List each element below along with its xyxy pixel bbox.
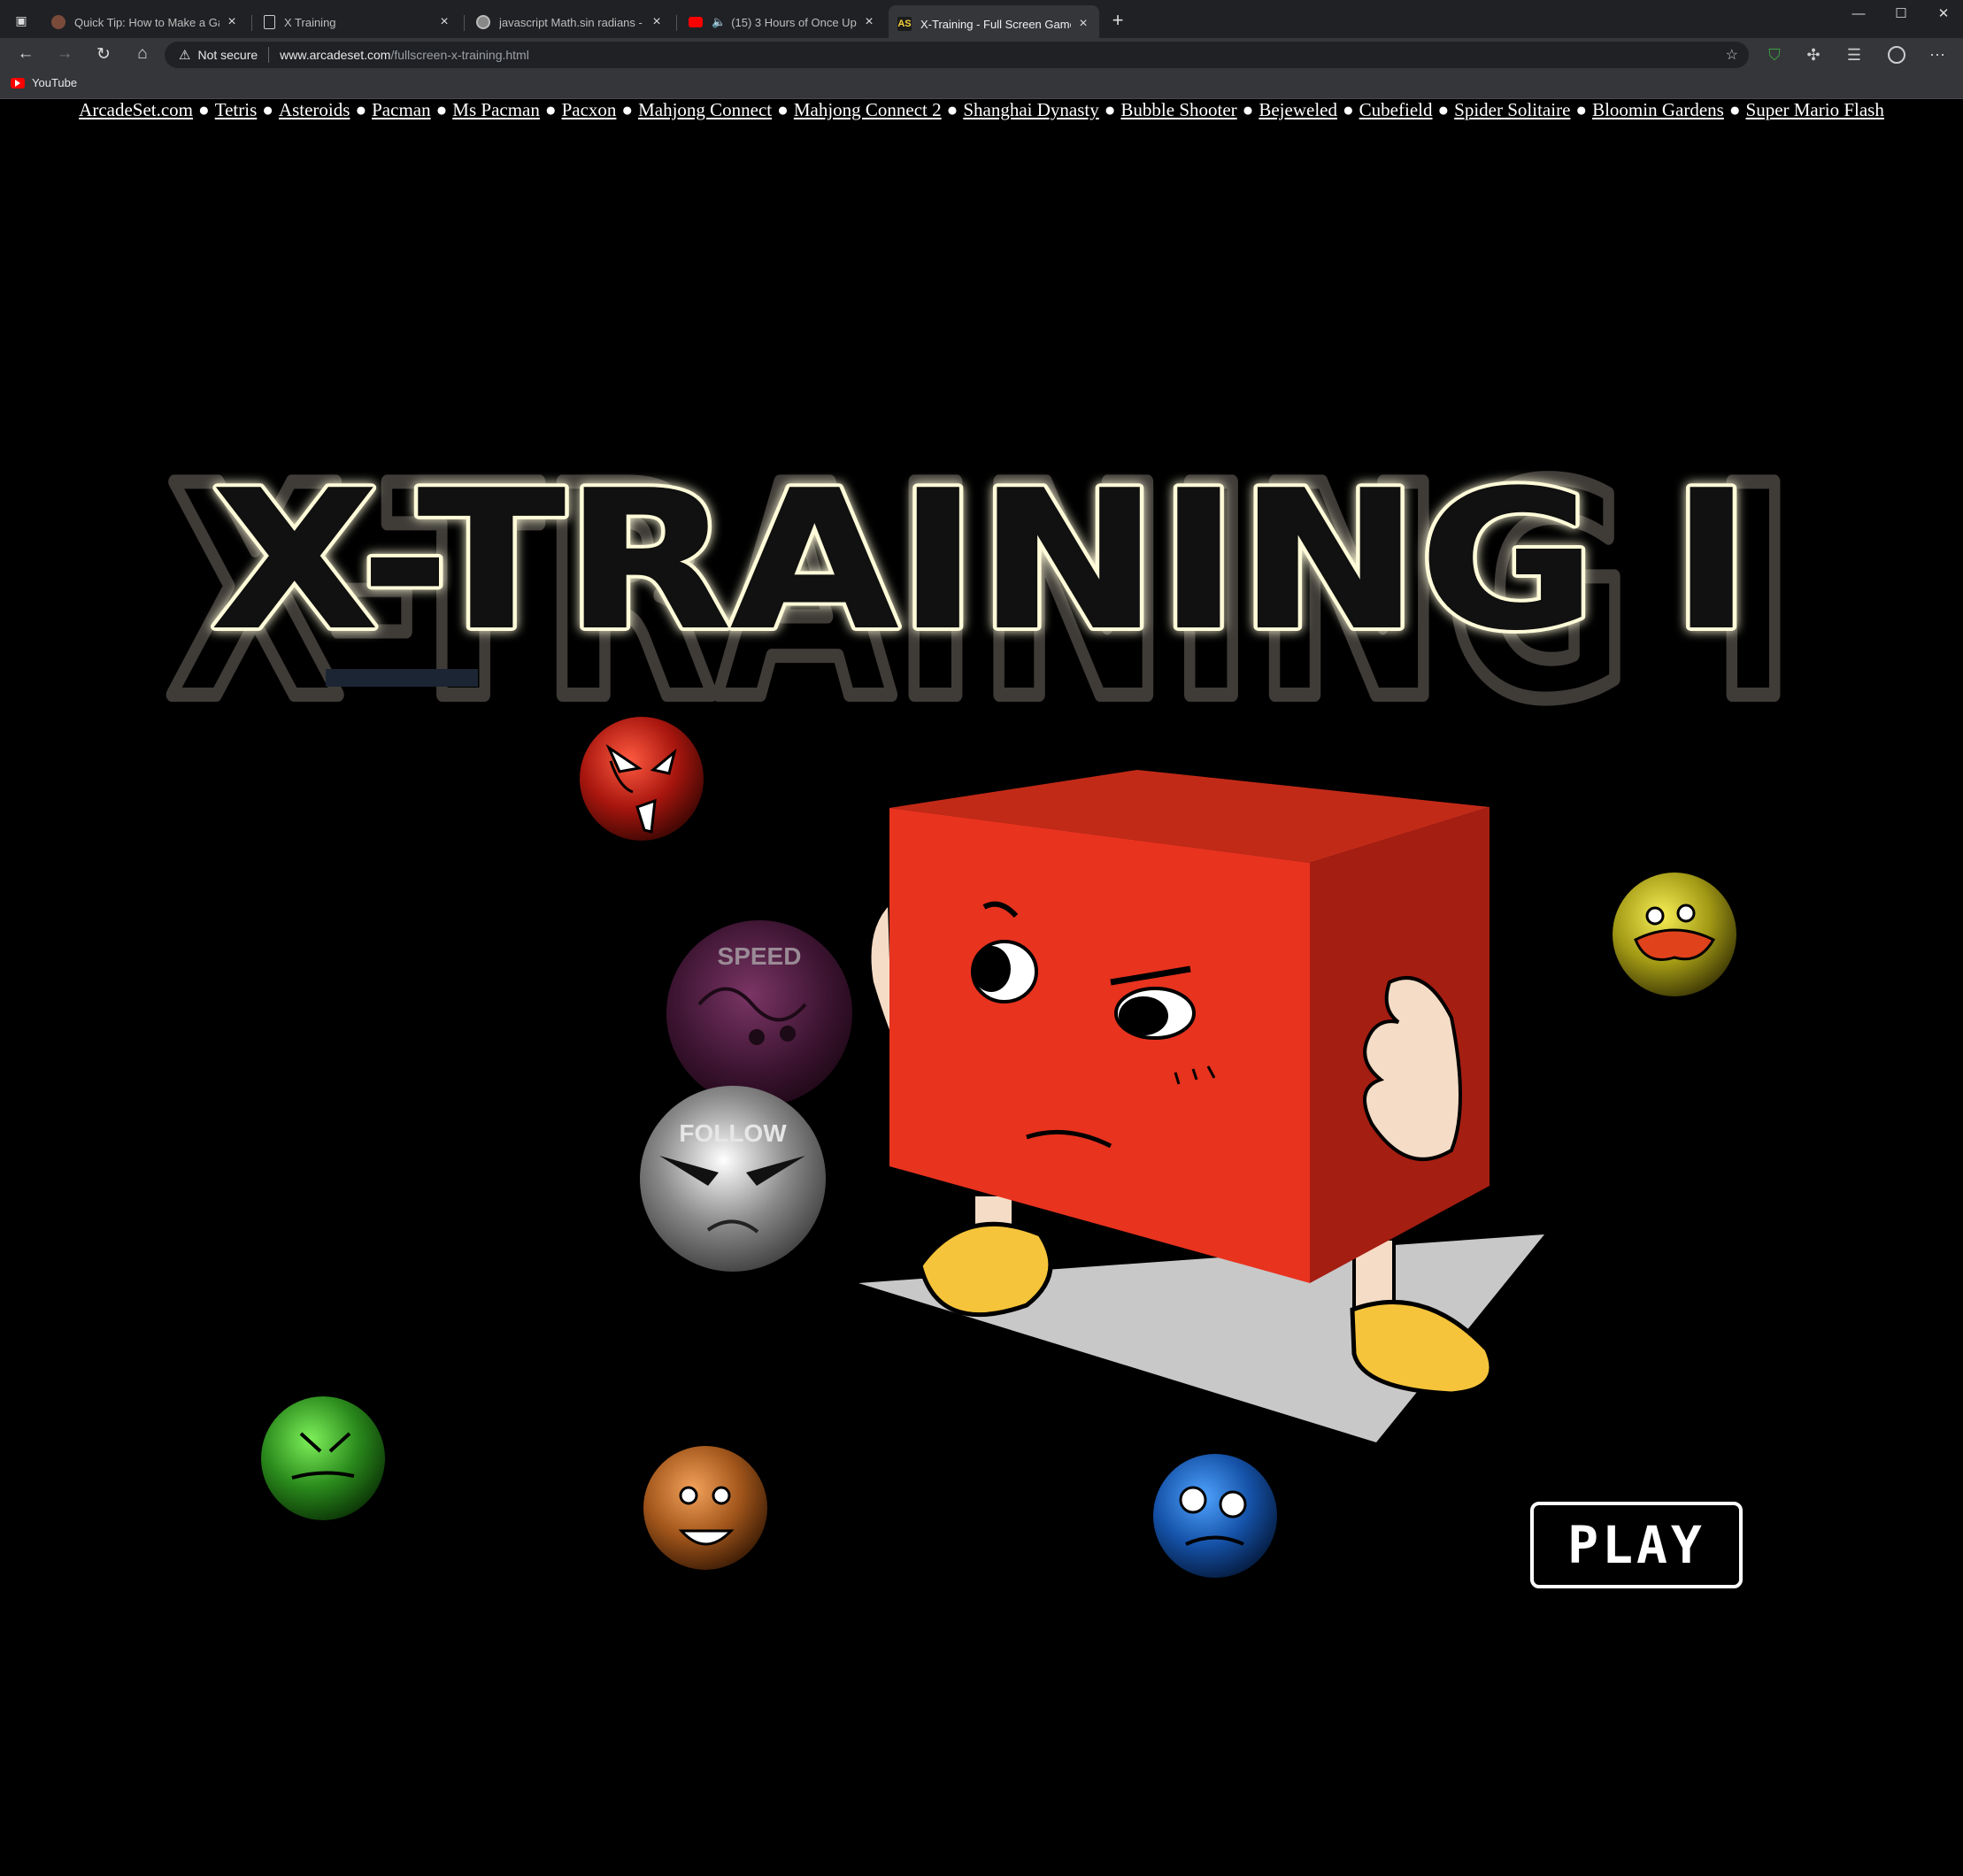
site-nav-link[interactable]: Asteroids: [279, 99, 350, 120]
nav-separator: ●: [435, 99, 448, 120]
close-tab-icon[interactable]: ×: [225, 14, 239, 30]
tab-separator: [464, 15, 465, 31]
bookmark-label: YouTube: [32, 76, 78, 89]
nav-separator: ●: [946, 99, 958, 120]
security-label[interactable]: Not secure: [197, 48, 258, 62]
site-nav-link[interactable]: Pacxon: [562, 99, 617, 120]
arcadeset-icon: AS: [897, 17, 912, 31]
close-window-icon[interactable]: ✕: [1926, 4, 1961, 23]
tab-separator: [676, 15, 677, 31]
orange-ball: [643, 1446, 767, 1570]
site-nav-link[interactable]: Spider Solitaire: [1454, 99, 1570, 120]
tab-title: (15) 3 Hours of Once Upon: [731, 15, 857, 29]
yellow-monster-ball: [1613, 873, 1736, 996]
tab-4[interactable]: 🔈 (15) 3 Hours of Once Upon ×: [680, 7, 885, 37]
minimize-icon[interactable]: —: [1841, 4, 1876, 23]
site-nav-link[interactable]: Tetris: [215, 99, 258, 120]
omnibox-divider: [268, 47, 270, 63]
close-tab-icon[interactable]: ×: [1076, 16, 1090, 32]
tab-title: javascript Math.sin radians - Goo: [499, 15, 644, 29]
follow-ball: FOLLOW: [640, 1086, 826, 1272]
tab-bar: ▣ Quick Tip: How to Make a Game × X Trai…: [0, 0, 1963, 42]
url-host: www.arcadeset.com: [280, 48, 391, 62]
site-nav-link[interactable]: Ms Pacman: [452, 99, 540, 120]
page-icon: [264, 15, 275, 29]
reload-icon[interactable]: ↻: [90, 42, 117, 66]
nav-separator: ●: [1575, 99, 1588, 120]
google-icon: [476, 15, 490, 29]
site-nav-link[interactable]: ArcadeSet.com: [79, 99, 193, 120]
red-devil-ball: [580, 717, 704, 841]
home-icon[interactable]: ⌂: [129, 42, 156, 66]
tab-title: X Training: [284, 15, 336, 29]
nav-separator: ●: [1242, 99, 1254, 120]
site-nav-link[interactable]: Mahjong Connect 2: [794, 99, 942, 120]
speed-label: SPEED: [718, 942, 802, 970]
forward-icon[interactable]: →: [51, 42, 78, 66]
favorites-icon[interactable]: ☰: [1843, 43, 1866, 66]
blue-ball: [1153, 1454, 1277, 1578]
maximize-icon[interactable]: ☐: [1883, 4, 1919, 23]
tab-5-active[interactable]: AS X-Training - Full Screen Game O ×: [889, 5, 1099, 42]
tab-title: X-Training - Full Screen Game O: [920, 17, 1071, 31]
nav-separator: ●: [1437, 99, 1450, 120]
back-icon[interactable]: ←: [12, 42, 39, 66]
site-nav-link[interactable]: Mahjong Connect: [638, 99, 772, 120]
profile-avatar-icon[interactable]: [1885, 43, 1908, 66]
site-nav-links: ArcadeSet.com ● Tetris ● Asteroids ● Pacman ● Ms…: [0, 99, 1963, 121]
close-tab-icon[interactable]: ×: [650, 14, 664, 30]
game-title-inner: X-TRAINING I: [212, 450, 1751, 672]
nav-separator: ●: [1342, 99, 1354, 120]
game-stage: SPEED FOLLOW: [261, 717, 1736, 1578]
more-menu-icon[interactable]: ⋯: [1926, 43, 1949, 66]
extensions-icon[interactable]: ✣: [1802, 43, 1825, 66]
site-nav-link[interactable]: Bloomin Gardens: [1592, 99, 1724, 120]
warning-icon[interactable]: ⚠: [179, 47, 190, 63]
cube-character: [858, 770, 1544, 1442]
tab-3[interactable]: javascript Math.sin radians - Goo ×: [467, 7, 673, 37]
tab-actions-icon[interactable]: ▣: [8, 8, 35, 33]
hidden-overlay-button: [326, 669, 478, 687]
site-nav-link[interactable]: Bubble Shooter: [1120, 99, 1236, 120]
game-title-graphic: X-TRAINING I X-TRAINING I X-TRAINING I: [160, 417, 1803, 726]
speed-ball: SPEED: [666, 920, 852, 1106]
cube-front: [889, 808, 1310, 1283]
site-nav-link[interactable]: Shanghai Dynasty: [963, 99, 1098, 120]
bookmarks-bar: YouTube: [0, 71, 1963, 99]
tab-2[interactable]: X Training ×: [255, 7, 460, 37]
nav-separator: ●: [777, 99, 789, 120]
youtube-icon: [689, 17, 703, 27]
address-bar[interactable]: ⚠ Not secure www.arcadeset.com/fullscree…: [165, 42, 1749, 68]
close-tab-icon[interactable]: ×: [862, 14, 876, 30]
tab-title: Quick Tip: How to Make a Game: [74, 15, 219, 29]
nav-separator: ●: [355, 99, 367, 120]
site-favicon-icon: [51, 15, 65, 29]
url-path: /fullscreen-x-training.html: [390, 48, 529, 62]
nav-separator: ●: [1104, 99, 1116, 120]
close-tab-icon[interactable]: ×: [437, 14, 451, 30]
tab-separator: [251, 15, 252, 31]
site-nav-link[interactable]: Bejeweled: [1259, 99, 1337, 120]
site-nav-link[interactable]: Pacman: [372, 99, 430, 120]
tab-1[interactable]: Quick Tip: How to Make a Game ×: [42, 7, 248, 37]
nav-separator: ●: [262, 99, 273, 120]
speaker-icon[interactable]: 🔈: [712, 15, 726, 29]
add-favorite-icon[interactable]: ☆: [1726, 46, 1738, 64]
browser-chrome: ▣ Quick Tip: How to Make a Game × X Trai…: [0, 0, 1963, 99]
youtube-icon: [11, 77, 25, 88]
new-tab-button[interactable]: +: [1105, 8, 1131, 33]
shield-extension-icon[interactable]: ⛉: [1763, 43, 1786, 66]
nav-separator: ●: [1728, 99, 1741, 120]
nav-separator: ●: [544, 99, 557, 120]
nav-separator: ●: [198, 99, 210, 120]
toolbar: ← → ↻ ⌂ ⚠ Not secure www.arcadeset.com/f…: [0, 38, 1963, 71]
green-ball: [261, 1396, 385, 1520]
bookmark-youtube[interactable]: YouTube: [11, 76, 77, 89]
site-nav-link[interactable]: Cubefield: [1359, 99, 1433, 120]
site-nav-link[interactable]: Super Mario Flash: [1746, 99, 1884, 120]
follow-label: FOLLOW: [679, 1119, 787, 1147]
play-button[interactable]: PLAY: [1530, 1502, 1743, 1588]
nav-separator: ●: [621, 99, 634, 120]
